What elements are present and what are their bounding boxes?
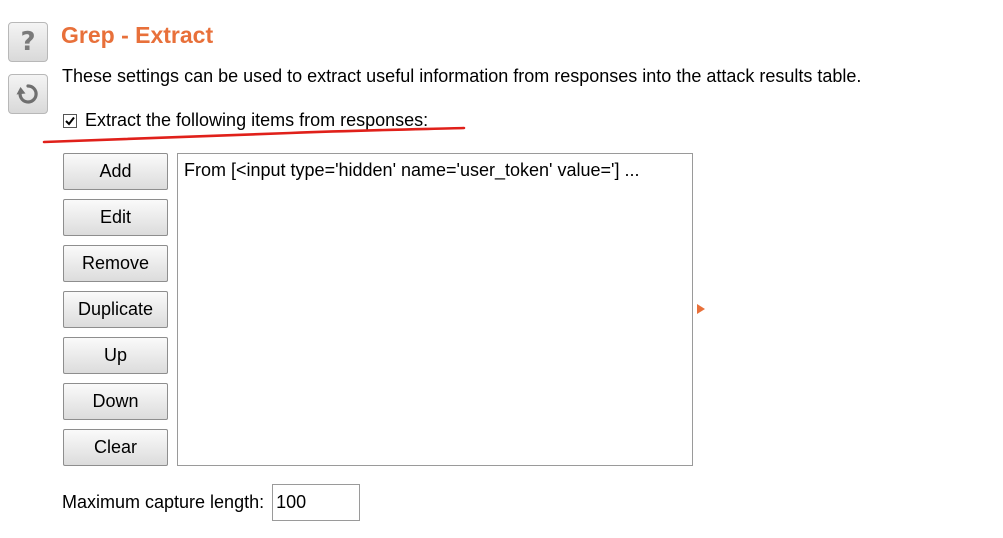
extract-items-list[interactable]: From [<input type='hidden' name='user_to…: [177, 153, 693, 466]
grep-extract-panel: ? Grep - Extract These settings can be u…: [0, 0, 1003, 538]
capture-length-input[interactable]: [272, 484, 361, 521]
expand-arrow-icon[interactable]: [697, 304, 705, 314]
reset-icon: [16, 84, 38, 104]
capture-length-label: Maximum capture length:: [62, 492, 265, 512]
annotation-underline: [42, 126, 466, 144]
section-title: Grep - Extract: [61, 22, 214, 48]
duplicate-button[interactable]: Duplicate: [63, 291, 168, 328]
down-button[interactable]: Down: [63, 383, 168, 420]
section-description: These settings can be used to extract us…: [62, 66, 862, 86]
help-button[interactable]: ?: [8, 22, 48, 62]
list-item[interactable]: From [<input type='hidden' name='user_to…: [178, 154, 692, 181]
help-icon: ?: [20, 27, 36, 57]
up-button[interactable]: Up: [63, 337, 168, 374]
add-button[interactable]: Add: [63, 153, 168, 190]
remove-button[interactable]: Remove: [63, 245, 168, 282]
reset-button[interactable]: [8, 74, 48, 114]
clear-button[interactable]: Clear: [63, 429, 168, 466]
edit-button[interactable]: Edit: [63, 199, 168, 236]
capture-length-row: Maximum capture length:: [62, 484, 361, 521]
